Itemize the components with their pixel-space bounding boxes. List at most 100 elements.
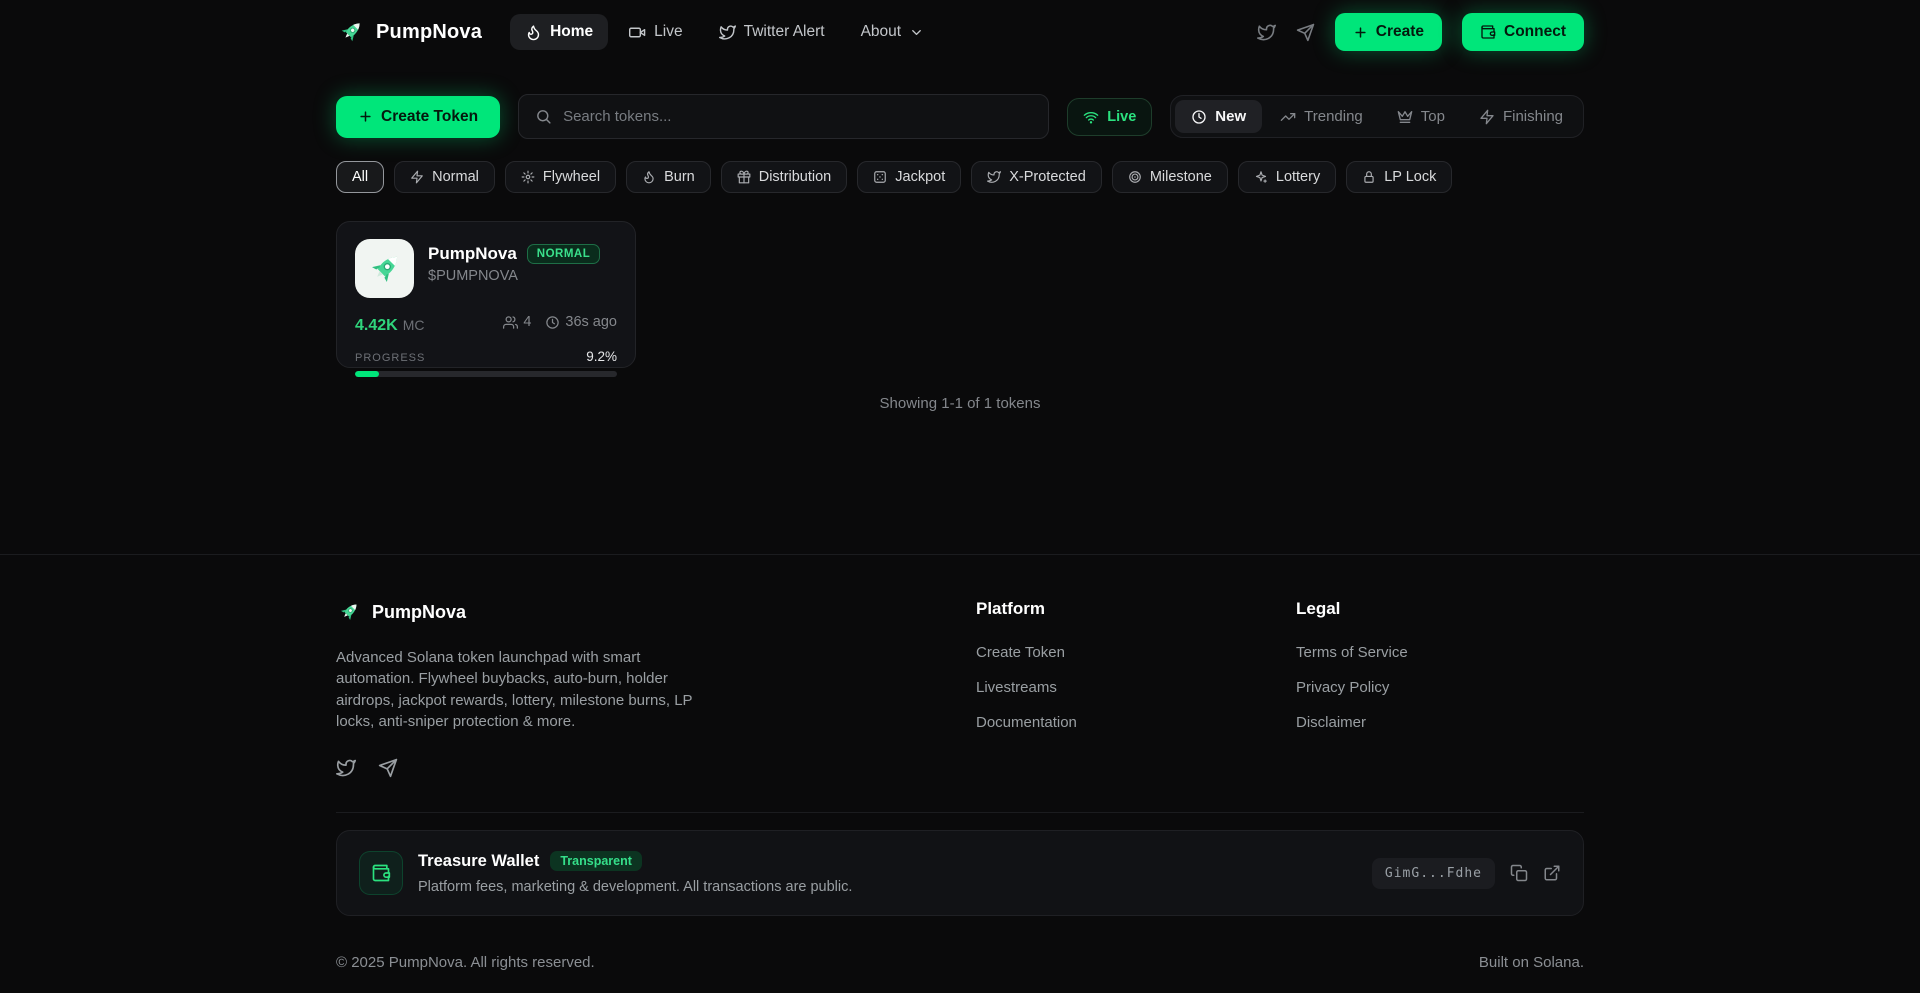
users-icon [503, 315, 518, 330]
footer-link-livestreams[interactable]: Livestreams [976, 679, 1057, 696]
filter-all[interactable]: All [336, 161, 384, 193]
treasure-wallet-card: Treasure Wallet Transparent Platform fee… [336, 830, 1584, 916]
progress-bar [355, 371, 617, 377]
filter-chips: All Normal Flywheel Burn Distribution Ja… [336, 161, 1584, 193]
flame-icon [642, 170, 656, 184]
holders-count: 4 [503, 314, 531, 330]
market-cap-label: MC [403, 317, 425, 333]
telegram-icon[interactable] [1296, 23, 1315, 42]
filter-normal[interactable]: Normal [394, 161, 495, 193]
create-token-label: Create Token [381, 108, 478, 126]
results-summary: Showing 1-1 of 1 tokens [336, 395, 1584, 412]
search-input[interactable] [563, 108, 1032, 125]
filter-distribution[interactable]: Distribution [721, 161, 848, 193]
filter-burn[interactable]: Burn [626, 161, 711, 193]
nav-item-about[interactable]: About [846, 14, 940, 50]
twitter-icon [987, 170, 1001, 184]
toolbar: Create Token Live New [336, 94, 1584, 139]
twitter-icon [719, 24, 736, 41]
tab-finishing[interactable]: Finishing [1463, 100, 1579, 133]
rocket-icon [336, 599, 362, 625]
footer-description: Advanced Solana token launchpad with sma… [336, 647, 716, 732]
open-explorer-button[interactable] [1543, 864, 1561, 882]
zap-icon [410, 170, 424, 184]
create-button[interactable]: Create [1335, 13, 1442, 51]
nav-right: Create Connect [1257, 13, 1584, 51]
create-button-label: Create [1376, 23, 1424, 41]
token-grid: PumpNova NORMAL $PUMPNOVA 4.42KMC 4 [336, 221, 1584, 368]
gear-icon [521, 170, 535, 184]
nav-item-label: Twitter Alert [744, 23, 825, 41]
telegram-icon[interactable] [378, 758, 398, 778]
footer-brand-name: PumpNova [372, 602, 466, 623]
video-icon [629, 24, 646, 41]
create-token-button[interactable]: Create Token [336, 96, 500, 138]
nav-item-home[interactable]: Home [510, 14, 608, 50]
filter-lottery[interactable]: Lottery [1238, 161, 1336, 193]
footer-link-terms[interactable]: Terms of Service [1296, 644, 1408, 661]
footer: PumpNova Advanced Solana token launchpad… [0, 554, 1920, 993]
nav-item-label: Home [550, 23, 593, 41]
trending-up-icon [1280, 109, 1296, 125]
filter-lp-lock[interactable]: LP Lock [1346, 161, 1452, 193]
twitter-icon[interactable] [1257, 23, 1276, 42]
nav-item-twitter-alert[interactable]: Twitter Alert [704, 14, 840, 50]
wallet-icon [359, 851, 403, 895]
chip-label: Flywheel [543, 169, 600, 185]
footer-brand-column: PumpNova Advanced Solana token launchpad… [336, 599, 976, 778]
brand-logo[interactable]: PumpNova [336, 17, 482, 47]
token-card-pumpnova[interactable]: PumpNova NORMAL $PUMPNOVA 4.42KMC 4 [336, 221, 636, 368]
tab-trending[interactable]: Trending [1264, 100, 1379, 133]
sparkle-icon [1254, 170, 1268, 184]
market-cap: 4.42K MC [355, 317, 424, 335]
filter-jackpot[interactable]: Jackpot [857, 161, 961, 193]
tab-top[interactable]: Top [1381, 100, 1461, 133]
tab-new[interactable]: New [1175, 100, 1262, 133]
chip-label: All [352, 169, 368, 185]
gift-icon [737, 170, 751, 184]
dice-icon [873, 170, 887, 184]
tab-label: Top [1421, 108, 1445, 125]
chip-label: Normal [432, 169, 479, 185]
built-on-text: Built on Solana. [1479, 954, 1584, 971]
chip-label: Jackpot [895, 169, 945, 185]
filter-x-protected[interactable]: X-Protected [971, 161, 1102, 193]
footer-platform-column: Platform Create Token Livestreams Docume… [976, 599, 1296, 778]
target-icon [1128, 170, 1142, 184]
footer-link-create-token[interactable]: Create Token [976, 644, 1065, 661]
connect-wallet-button[interactable]: Connect [1462, 13, 1584, 51]
nav-item-label: About [861, 23, 902, 41]
main-content: Create Token Live New [336, 64, 1584, 554]
chip-label: Milestone [1150, 169, 1212, 185]
crown-icon [1397, 109, 1413, 125]
brand-name: PumpNova [376, 21, 482, 44]
navbar: PumpNova Home Live Twitter Alert [0, 0, 1920, 64]
copyright-row: © 2025 PumpNova. All rights reserved. Bu… [336, 916, 1584, 993]
lock-icon [1362, 170, 1376, 184]
divider [336, 812, 1584, 813]
tab-label: Trending [1304, 108, 1363, 125]
plus-icon [1353, 25, 1368, 40]
tab-label: New [1215, 108, 1246, 125]
market-cap-value: 4.42K [355, 317, 398, 334]
filter-flywheel[interactable]: Flywheel [505, 161, 616, 193]
progress-percent: 9.2% [586, 349, 617, 364]
flame-icon [525, 24, 542, 41]
external-link-icon [1543, 864, 1561, 882]
footer-link-disclaimer[interactable]: Disclaimer [1296, 714, 1366, 731]
live-toggle[interactable]: Live [1067, 98, 1152, 136]
twitter-icon[interactable] [336, 758, 356, 778]
chip-label: Burn [664, 169, 695, 185]
live-toggle-label: Live [1107, 109, 1136, 125]
token-type-badge: NORMAL [527, 244, 600, 264]
chevron-down-icon [909, 25, 924, 40]
copy-address-button[interactable] [1510, 864, 1528, 882]
filter-milestone[interactable]: Milestone [1112, 161, 1228, 193]
token-avatar [355, 239, 414, 298]
footer-link-documentation[interactable]: Documentation [976, 714, 1077, 731]
zap-icon [1479, 109, 1495, 125]
nav-item-live[interactable]: Live [614, 14, 697, 50]
wallet-icon [1480, 24, 1496, 40]
footer-link-privacy[interactable]: Privacy Policy [1296, 679, 1389, 696]
copy-icon [1510, 864, 1528, 882]
